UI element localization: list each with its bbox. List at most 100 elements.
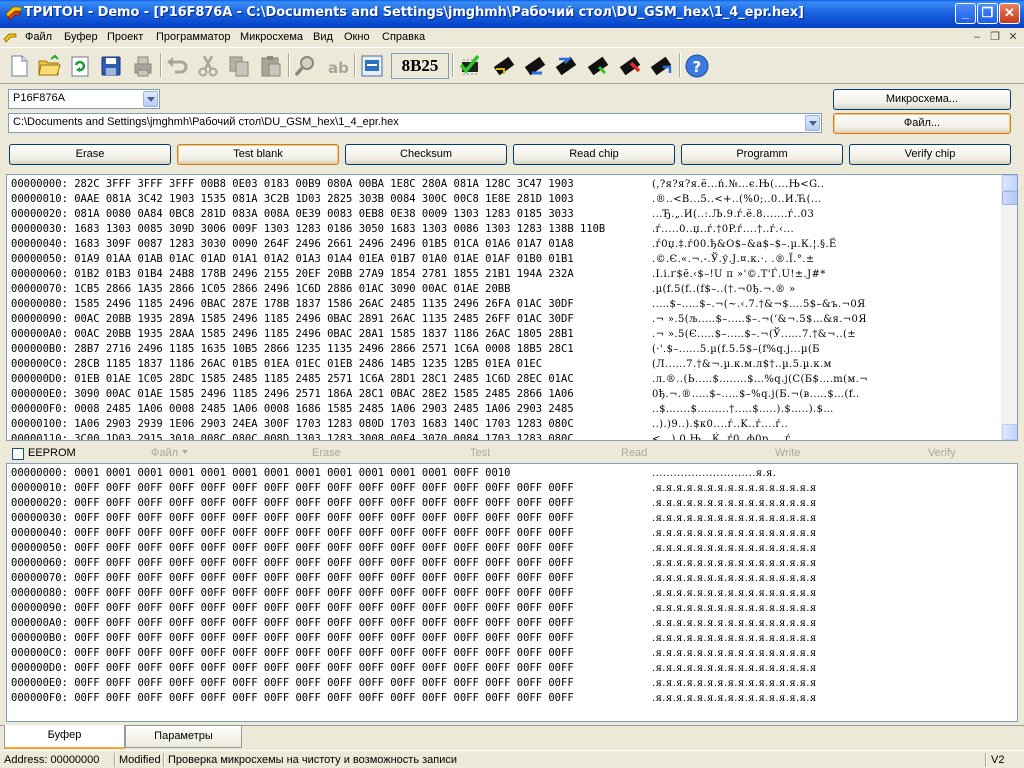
hex-row[interactable]: 00000080: 00FF 00FF 00FF 00FF 00FF 00FF … — [11, 586, 816, 601]
fill-buffer-icon[interactable] — [359, 53, 385, 79]
hex-values[interactable]: 28B7 2716 2496 1185 1635 10B5 2866 1235 … — [74, 343, 573, 355]
hex-ascii[interactable]: .І.і.ґ$ё.‹$–!U п »'©.T'Ѓ.U!±.J#* — [652, 267, 826, 282]
hex-values[interactable]: 00FF 00FF 00FF 00FF 00FF 00FF 00FF 00FF … — [74, 542, 573, 554]
hex-values[interactable]: 00FF 00FF 00FF 00FF 00FF 00FF 00FF 00FF … — [74, 587, 573, 599]
help-icon[interactable]: ? — [684, 53, 710, 79]
hex-ascii[interactable]: .¬ ».5(Є..…$–..…$–.¬(Ў..….7.†&¬..(± — [652, 327, 856, 342]
hex-row[interactable]: 00000070: 1CB5 2866 1A35 2866 1C05 2866 … — [11, 282, 795, 297]
eeprom-checkbox[interactable] — [12, 448, 24, 460]
hex-ascii[interactable]: .я.я.я.я.я.я.я.я.я.я.я.я.я.я.я.я — [652, 631, 817, 646]
mdi-child-icon[interactable] — [3, 31, 17, 45]
tab-buffer[interactable]: Буфер — [4, 725, 125, 749]
open-folder-icon[interactable] — [36, 53, 62, 79]
hex-row[interactable]: 00000030: 1683 1303 0085 309D 3006 009F … — [11, 222, 794, 237]
hex-ascii[interactable]: .я.я.я.я.я.я.я.я.я.я.я.я.я.я.я.я — [652, 556, 817, 571]
hex-values[interactable]: 00FF 00FF 00FF 00FF 00FF 00FF 00FF 00FF … — [74, 572, 573, 584]
hex-ascii[interactable]: ...Ђ.„.И(..:.Љ.9.ѓ.ё.8.......ѓ..03 — [652, 207, 814, 222]
hex-values[interactable]: 00FF 00FF 00FF 00FF 00FF 00FF 00FF 00FF … — [74, 662, 573, 674]
hex-values[interactable]: 081A 0080 0A84 0BC8 281D 083A 008A 0E39 … — [74, 208, 573, 220]
verify-chip-button[interactable]: Verify chip — [849, 144, 1011, 165]
reload-icon[interactable] — [67, 53, 93, 79]
menu-chip[interactable]: Микросхема — [240, 31, 303, 43]
hex-values[interactable]: 282C 3FFF 3FFF 3FFF 00B8 0E03 0183 00B9 … — [74, 178, 573, 190]
eeprom-verify-button[interactable]: Verify — [928, 447, 956, 459]
hex-ascii[interactable]: .©.Є.«.¬.-.Ў.ў.Ј.¤.к.·. .®.Ї.°.± — [652, 252, 815, 267]
hex-values[interactable]: 1683 309F 0087 1283 3030 0090 264F 2496 … — [74, 238, 573, 250]
scrollbar-thumb[interactable] — [1002, 191, 1017, 205]
hex-values[interactable]: 00FF 00FF 00FF 00FF 00FF 00FF 00FF 00FF … — [74, 602, 573, 614]
hex-row[interactable]: 00000050: 01A9 01AA 01AB 01AC 01AD 01A1 … — [11, 252, 814, 267]
hex-row[interactable]: 00000010: 0AAE 081A 3C42 1903 1535 081A … — [11, 192, 821, 207]
hex-ascii[interactable]: .я.я.я.я.я.я.я.я.я.я.я.я.я.я.я.я — [652, 661, 817, 676]
paste-icon[interactable] — [258, 53, 284, 79]
hex-row[interactable]: 000000D0: 00FF 00FF 00FF 00FF 00FF 00FF … — [11, 661, 816, 676]
mdi-minimize-button[interactable]: – — [969, 30, 985, 45]
eeprom-write-button[interactable]: Write — [775, 447, 800, 459]
hex-row[interactable]: 000000F0: 0008 2485 1A06 0008 2485 1A06 … — [11, 402, 833, 417]
hex-ascii[interactable]: .я.я.я.я.я.я.я.я.я.я.я.я.я.я.я.я — [652, 496, 817, 511]
hex-values[interactable]: 01A9 01AA 01AB 01AC 01AD 01A1 01A2 01A3 … — [74, 253, 573, 265]
hex-ascii[interactable]: .я.я.я.я.я.я.я.я.я.я.я.я.я.я.я.я — [652, 541, 817, 556]
hex-values[interactable]: 28CB 1185 1837 1186 26AC 01B5 01EA 01EC … — [74, 358, 542, 370]
hex-values[interactable]: 00FF 00FF 00FF 00FF 00FF 00FF 00FF 00FF … — [74, 557, 573, 569]
hex-ascii[interactable]: ..…$–..…$–.¬(~.‹.7.†&¬$….5$–&ъ.¬0Я — [652, 297, 866, 312]
chip-erase-icon[interactable] — [553, 53, 579, 79]
hex-values[interactable]: 0AAE 081A 3C42 1903 1535 081A 3C2B 1D03 … — [74, 193, 573, 205]
hex-row[interactable]: 00000000: 282C 3FFF 3FFF 3FFF 00B8 0E03 … — [11, 177, 824, 192]
chevron-down-icon[interactable] — [143, 91, 158, 107]
menu-view[interactable]: Вид — [313, 31, 333, 43]
hex-values[interactable]: 00FF 00FF 00FF 00FF 00FF 00FF 00FF 00FF … — [74, 482, 573, 494]
hex-ascii[interactable]: .я.я.я.я.я.я.я.я.я.я.я.я.я.я.я.я — [652, 601, 817, 616]
device-select[interactable]: P16F876A — [8, 89, 160, 109]
hex-row[interactable]: 000000A0: 00FF 00FF 00FF 00FF 00FF 00FF … — [11, 616, 816, 631]
program-button[interactable]: Programm — [681, 144, 843, 165]
menu-buffer[interactable]: Буфер — [64, 31, 98, 43]
hex-row[interactable]: 00000020: 081A 0080 0A84 0BC8 281D 083A … — [11, 207, 814, 222]
maximize-button[interactable]: ❐ — [977, 3, 998, 24]
menu-help[interactable]: Справка — [382, 31, 425, 43]
save-icon[interactable] — [98, 53, 124, 79]
chip-program-icon[interactable] — [585, 53, 611, 79]
hex-ascii[interactable]: .л.®..(Ь..…$…..…$…%q.j(С(Б$….m(м.¬ — [652, 372, 868, 387]
hex-row[interactable]: 000000B0: 28B7 2716 2496 1185 1635 10B5 … — [11, 342, 820, 357]
hex-row[interactable]: 000000B0: 00FF 00FF 00FF 00FF 00FF 00FF … — [11, 631, 816, 646]
hex-row[interactable]: 00000100: 1A06 2903 2939 1E06 2903 24EA … — [11, 417, 788, 432]
hex-ascii[interactable]: ..).)9..).$к0....ѓ..K..ѓ....ѓ.. — [652, 417, 788, 432]
hex-row[interactable]: 000000A0: 00AC 20BB 1935 28AA 1585 2496 … — [11, 327, 856, 342]
hex-values[interactable]: 01B2 01B3 01B4 24B8 178B 2496 2155 20EF … — [74, 268, 573, 280]
hex-values[interactable]: 00FF 00FF 00FF 00FF 00FF 00FF 00FF 00FF … — [74, 632, 573, 644]
file-open-button[interactable]: Файл... — [833, 113, 1011, 134]
hex-row[interactable]: 000000C0: 28CB 1185 1837 1186 26AC 01B5 … — [11, 357, 831, 372]
program-memory-scrollbar[interactable] — [1001, 175, 1017, 440]
hex-values[interactable]: 00FF 00FF 00FF 00FF 00FF 00FF 00FF 00FF … — [74, 677, 573, 689]
hex-row[interactable]: 00000040: 1683 309F 0087 1283 3030 0090 … — [11, 237, 836, 252]
hex-values[interactable]: 1CB5 2866 1A35 2866 1C05 2866 2496 1C6D … — [74, 283, 510, 295]
hex-values[interactable]: 00AC 20BB 1935 289A 1585 2496 1185 2496 … — [74, 313, 573, 325]
eeprom-read-button[interactable]: Read — [621, 447, 647, 459]
hex-row[interactable]: 00000040: 00FF 00FF 00FF 00FF 00FF 00FF … — [11, 526, 816, 541]
hex-values[interactable]: 0008 2485 1A06 0008 2485 1A06 0008 1686 … — [74, 403, 573, 415]
hex-ascii[interactable]: .ѓ0џ.‡.ѓ00.ђ&O$–&a$–$–.µ.К.¦.§.Ё — [652, 237, 837, 252]
hex-row[interactable]: 00000010: 00FF 00FF 00FF 00FF 00FF 00FF … — [11, 481, 816, 496]
hex-row[interactable]: 00000050: 00FF 00FF 00FF 00FF 00FF 00FF … — [11, 541, 816, 556]
hex-ascii[interactable]: .я.я.я.я.я.я.я.я.я.я.я.я.я.я.я.я — [652, 481, 817, 496]
hex-values[interactable]: 1683 1303 0085 309D 3006 009F 1303 1283 … — [74, 223, 605, 235]
hex-row[interactable]: 00000030: 00FF 00FF 00FF 00FF 00FF 00FF … — [11, 511, 816, 526]
hex-values[interactable]: 00FF 00FF 00FF 00FF 00FF 00FF 00FF 00FF … — [74, 512, 573, 524]
find-icon[interactable] — [292, 53, 318, 79]
chevron-down-icon[interactable] — [805, 115, 820, 131]
scroll-up-icon[interactable] — [1002, 175, 1017, 191]
new-file-icon[interactable] — [6, 53, 32, 79]
hex-values[interactable]: 00FF 00FF 00FF 00FF 00FF 00FF 00FF 00FF … — [74, 527, 573, 539]
file-path-select[interactable]: C:\Documents and Settings\jmghmh\Рабочий… — [8, 113, 822, 133]
hex-row[interactable]: 000000D0: 01EB 01AE 1C05 28DC 1585 2485 … — [11, 372, 868, 387]
mdi-restore-button[interactable]: ❐ — [987, 30, 1003, 45]
eeprom-erase-button[interactable]: Erase — [312, 447, 341, 459]
hex-ascii[interactable]: .я.я.я.я.я.я.я.я.я.я.я.я.я.я.я.я — [652, 571, 817, 586]
test-blank-button[interactable]: Test blank — [177, 144, 339, 165]
checksum-button[interactable]: Checksum — [345, 144, 507, 165]
hex-row[interactable]: 00000080: 1585 2496 1185 2496 0BAC 287E … — [11, 297, 865, 312]
read-chip-button[interactable]: Read chip — [513, 144, 675, 165]
hex-values[interactable]: 1A06 2903 2939 1E06 2903 24EA 300F 1703 … — [74, 418, 573, 430]
hex-ascii[interactable]: .я.я.я.я.я.я.я.я.я.я.я.я.я.я.я.я — [652, 586, 817, 601]
